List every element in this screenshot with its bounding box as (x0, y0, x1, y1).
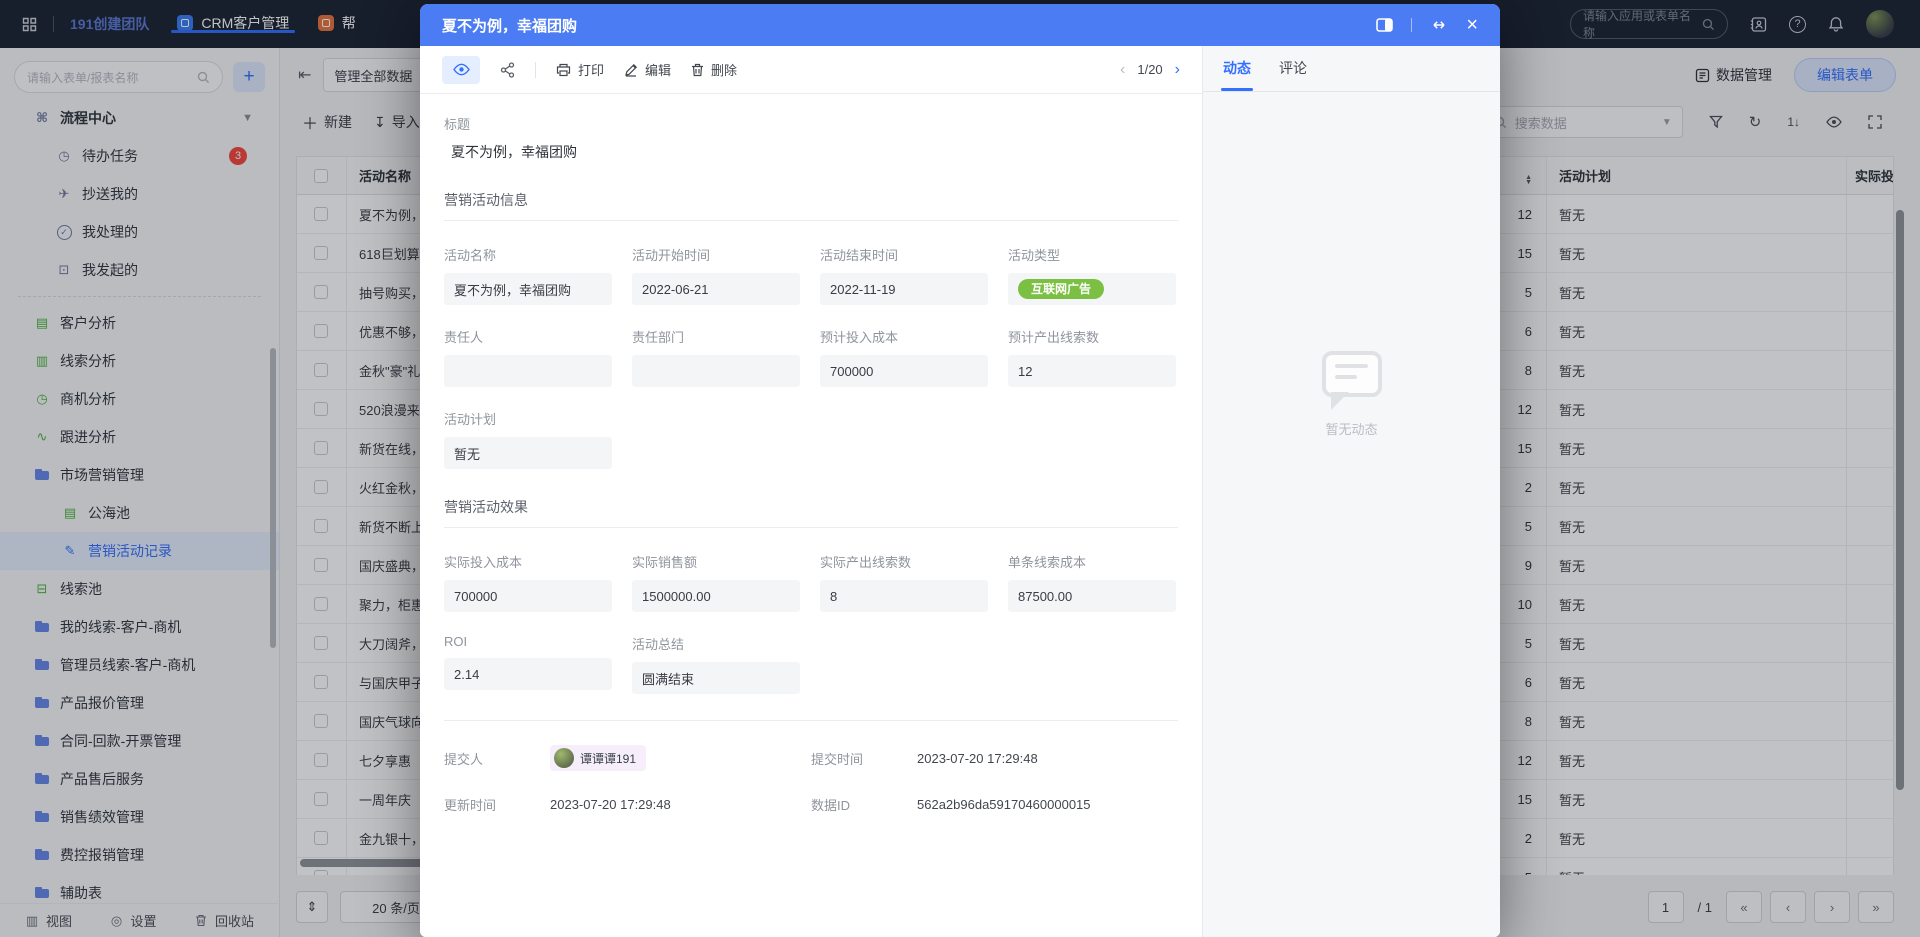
print-label: 打印 (578, 60, 604, 79)
toolbar-divider (535, 62, 536, 78)
field-value: 700000 (820, 355, 988, 387)
activity-empty-state: 暂无动态 (1203, 4, 1500, 817)
chat-bubble-icon (1322, 351, 1382, 397)
field-value: 87500.00 (1008, 580, 1176, 612)
submitter-label: 提交人 (444, 749, 550, 768)
delete-label: 删除 (711, 60, 737, 79)
submit-time-value: 2023-07-20 17:29:48 (917, 751, 1038, 766)
field-value: 12 (1008, 355, 1176, 387)
form-field: 预计投入成本 700000 (820, 327, 988, 387)
form-field: 预计产出线索数 12 (1008, 327, 1176, 387)
field-value: 1500000.00 (632, 580, 800, 612)
form-field: 责任部门 (632, 327, 800, 387)
field-value (632, 355, 800, 387)
effect-fields-row-2: ROI 2.14 活动总结 圆满结束 (444, 634, 1178, 694)
form-field: 活动计划 暂无 (444, 409, 612, 469)
field-value: 8 (820, 580, 988, 612)
data-id-label: 数据ID (811, 795, 917, 814)
field-label: 活动计划 (444, 409, 612, 428)
field-label: 实际销售额 (632, 552, 800, 571)
share-icon[interactable] (500, 62, 515, 78)
info-fields-row-2: 责任人 责任部门 预计投入成本 700000 (444, 327, 1178, 387)
field-value: 2022-06-21 (632, 273, 800, 305)
form-field: 实际销售额 1500000.00 (632, 552, 800, 612)
title-field-label: 标题 (444, 114, 1178, 133)
field-label: 活动开始时间 (632, 245, 800, 264)
activity-panel: 动态 评论 暂无动态 (1202, 46, 1500, 937)
modal-title: 夏不为例，幸福团购 (442, 15, 577, 36)
field-value: 2022-11-19 (820, 273, 988, 305)
field-value: 互联网广告 (1008, 273, 1176, 305)
form-field: ROI 2.14 (444, 634, 612, 694)
section-divider (444, 220, 1178, 221)
submitter-avatar (554, 748, 574, 768)
section-divider (444, 527, 1178, 528)
field-value: 700000 (444, 580, 612, 612)
field-value: 暂无 (444, 437, 612, 469)
record-detail-modal: 夏不为例，幸福团购 × 打印 (420, 4, 1500, 937)
submitter-name: 谭谭谭191 (580, 750, 636, 767)
submit-time-label: 提交时间 (811, 749, 917, 768)
submitter-chip[interactable]: 谭谭谭191 (550, 745, 646, 771)
field-value (444, 355, 612, 387)
form-field: 责任人 (444, 327, 612, 387)
record-pager-label: 1/20 (1137, 62, 1162, 77)
form-field: 活动结束时间 2022-11-19 (820, 245, 988, 305)
field-label: 责任人 (444, 327, 612, 346)
field-label: ROI (444, 634, 612, 649)
info-fields-row-1: 活动名称 夏不为例，幸福团购 活动开始时间 2022-06-21 活动结束时间 … (444, 245, 1178, 305)
next-record-button[interactable]: › (1175, 61, 1180, 79)
info-fields-row-3: 活动计划 暂无 (444, 409, 1178, 469)
update-time-value: 2023-07-20 17:29:48 (550, 797, 671, 812)
form-field: 活动类型 互联网广告 (1008, 245, 1176, 305)
field-value: 圆满结束 (632, 662, 800, 694)
field-label: 预计产出线索数 (1008, 327, 1176, 346)
pen-icon (624, 63, 638, 77)
prev-record-button[interactable]: ‹ (1120, 61, 1125, 79)
form-field: 实际产出线索数 8 (820, 552, 988, 612)
field-label: 预计投入成本 (820, 327, 988, 346)
record-form-panel: 打印 编辑 删除 ‹ 1/20 › 标题 夏不为例，幸福团购 (420, 46, 1202, 937)
form-field: 活动开始时间 2022-06-21 (632, 245, 800, 305)
field-value: 夏不为例，幸福团购 (444, 273, 612, 305)
preview-eye-button[interactable] (442, 56, 480, 84)
modal-toolbar: 打印 编辑 删除 ‹ 1/20 › (420, 46, 1202, 94)
printer-icon (556, 63, 571, 77)
meta-divider (444, 720, 1178, 721)
record-form-scroll[interactable]: 标题 夏不为例，幸福团购 营销活动信息 活动名称 夏不为例，幸福团购 活动开始时… (420, 94, 1202, 937)
effect-fields-row-1: 实际投入成本 700000 实际销售额 1500000.00 实际产出线索数 8 (444, 552, 1178, 612)
form-field: 活动名称 夏不为例，幸福团购 (444, 245, 612, 305)
edit-label: 编辑 (645, 60, 671, 79)
trash-icon (691, 63, 704, 77)
field-label: 活动总结 (632, 634, 800, 653)
field-value: 2.14 (444, 658, 612, 690)
section-title-effect: 营销活动效果 (444, 497, 1178, 517)
field-label: 责任部门 (632, 327, 800, 346)
data-id-value: 562a2b96da59170460000015 (917, 797, 1091, 812)
form-field: 单条线索成本 87500.00 (1008, 552, 1176, 612)
field-label: 活动名称 (444, 245, 612, 264)
field-label: 活动类型 (1008, 245, 1176, 264)
delete-button[interactable]: 删除 (691, 60, 737, 79)
form-field: 活动总结 圆满结束 (632, 634, 800, 694)
print-button[interactable]: 打印 (556, 60, 604, 79)
form-field: 实际投入成本 700000 (444, 552, 612, 612)
field-label: 活动结束时间 (820, 245, 988, 264)
edit-button[interactable]: 编辑 (624, 60, 671, 79)
field-label: 实际产出线索数 (820, 552, 988, 571)
update-time-label: 更新时间 (444, 795, 550, 814)
field-label: 实际投入成本 (444, 552, 612, 571)
field-label: 单条线索成本 (1008, 552, 1176, 571)
section-title-info: 营销活动信息 (444, 190, 1178, 210)
title-field-value: 夏不为例，幸福团购 (444, 142, 1178, 162)
activity-empty-text: 暂无动态 (1325, 419, 1377, 438)
